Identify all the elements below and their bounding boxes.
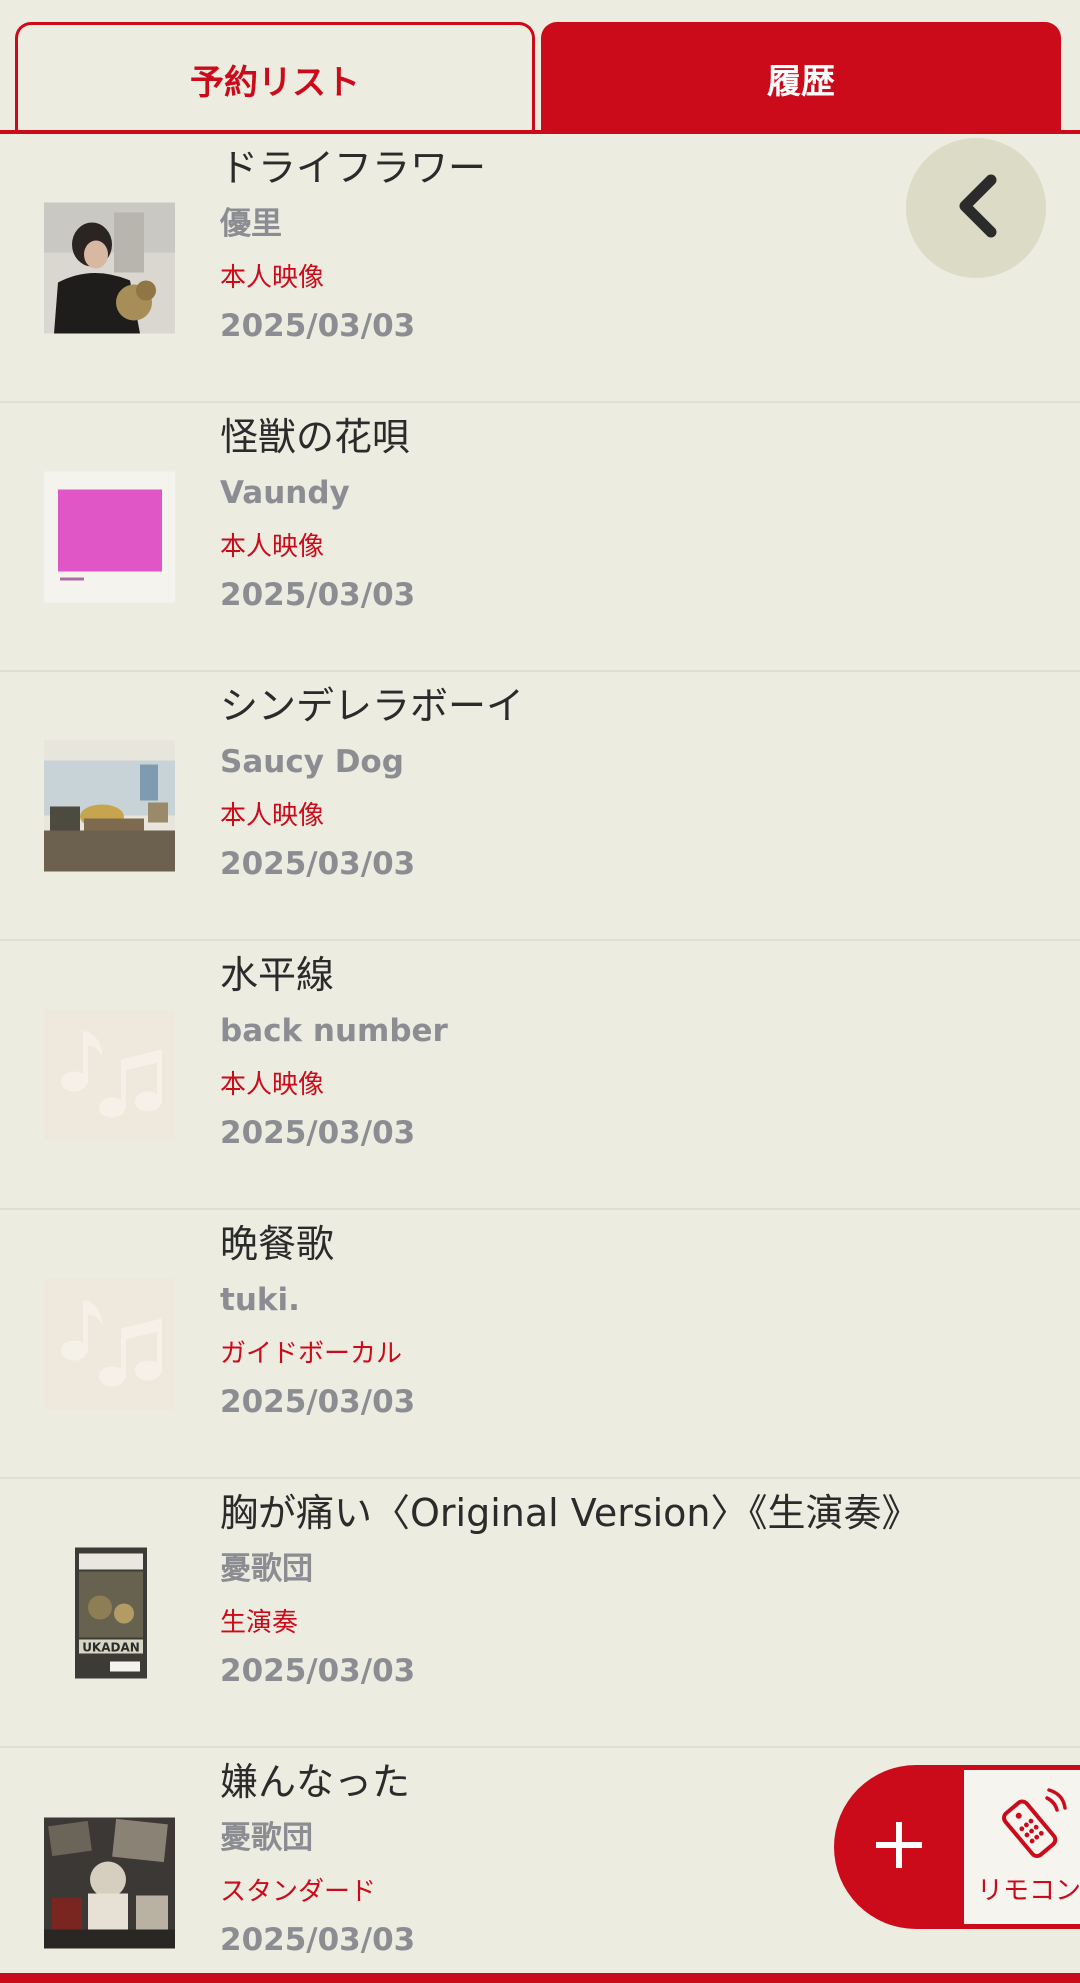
history-row[interactable]: 晩餐歌 tuki. ガイドボーカル 2025/03/03 bbox=[0, 1210, 1080, 1479]
music-note-icon bbox=[44, 1009, 175, 1140]
video-type: 本人映像 bbox=[220, 532, 325, 562]
song-title: シンデレラボーイ bbox=[220, 684, 525, 728]
album-art-thumbnail bbox=[44, 471, 175, 602]
artist-name: back number bbox=[220, 1013, 448, 1049]
played-date: 2025/03/03 bbox=[220, 846, 416, 882]
song-title: 怪獣の花唄 bbox=[220, 415, 411, 459]
played-date: 2025/03/03 bbox=[220, 1653, 416, 1689]
remote-control-label: リモコン bbox=[976, 1875, 1080, 1906]
back-button[interactable] bbox=[906, 138, 1046, 278]
album-art-thumbnail bbox=[44, 202, 175, 333]
song-title: 水平線 bbox=[220, 953, 335, 997]
song-info: シンデレラボーイ Saucy Dog 本人映像 2025/03/03 bbox=[220, 682, 1060, 886]
played-date: 2025/03/03 bbox=[220, 577, 416, 613]
music-note-icon bbox=[44, 1278, 175, 1409]
song-info: 水平線 back number 本人映像 2025/03/03 bbox=[220, 951, 1060, 1155]
video-type: 生演奏 bbox=[220, 1608, 299, 1638]
history-row[interactable]: シンデレラボーイ Saucy Dog 本人映像 2025/03/03 bbox=[0, 672, 1080, 941]
video-type: 本人映像 bbox=[220, 1070, 325, 1100]
remote-control-icon bbox=[991, 1787, 1067, 1862]
svg-text:UKADAN: UKADAN bbox=[82, 1640, 140, 1654]
album-art-thumbnail: UKADAN bbox=[44, 1547, 175, 1678]
tab-history-label: 履歴 bbox=[767, 61, 835, 102]
tab-reserve-list[interactable]: 予約リスト bbox=[15, 22, 535, 134]
artist-name: tuki. bbox=[220, 1282, 300, 1318]
video-type: 本人映像 bbox=[220, 801, 325, 831]
tab-history[interactable]: 履歴 bbox=[541, 22, 1061, 134]
video-type: 本人映像 bbox=[220, 263, 325, 293]
tab-bar: 予約リスト 履歴 bbox=[0, 0, 1080, 134]
song-info: 晩餐歌 tuki. ガイドボーカル 2025/03/03 bbox=[220, 1220, 1060, 1424]
history-row[interactable]: 怪獣の花唄 Vaundy 本人映像 2025/03/03 bbox=[0, 403, 1080, 672]
remote-control-button[interactable]: リモコン bbox=[964, 1770, 1080, 1924]
bottom-accent-bar bbox=[0, 1973, 1080, 1983]
video-type: ガイドボーカル bbox=[220, 1339, 403, 1369]
song-info: 怪獣の花唄 Vaundy 本人映像 2025/03/03 bbox=[220, 413, 1060, 617]
tab-reserve-list-label: 予約リスト bbox=[190, 63, 360, 103]
history-row[interactable]: UKADAN 胸が痛い〈Original Version〉《生演奏》 憂歌団 生… bbox=[0, 1479, 1080, 1748]
played-date: 2025/03/03 bbox=[220, 1384, 416, 1420]
played-date: 2025/03/03 bbox=[220, 308, 416, 344]
history-list: ドライフラワー 優里 本人映像 2025/03/03 怪獣の花唄 Vaundy … bbox=[0, 134, 1080, 1983]
album-art-thumbnail bbox=[44, 740, 175, 871]
floating-action-group: リモコン bbox=[834, 1765, 1080, 1929]
song-title: 晩餐歌 bbox=[220, 1222, 335, 1266]
artist-name: Saucy Dog bbox=[220, 744, 404, 780]
artist-name: Vaundy bbox=[220, 475, 350, 511]
song-info: 胸が痛い〈Original Version〉《生演奏》 憂歌団 生演奏 2025… bbox=[220, 1489, 1060, 1693]
plus-icon bbox=[876, 1822, 922, 1872]
artist-name: 憂歌団 bbox=[220, 1551, 313, 1587]
add-button[interactable] bbox=[834, 1765, 964, 1929]
album-art-thumbnail bbox=[44, 1817, 175, 1948]
chevron-left-icon bbox=[951, 174, 1001, 242]
app: 予約リスト 履歴 ドライフラワー 優里 本人映像 2025/03/03 怪獣の花… bbox=[0, 0, 1080, 1983]
played-date: 2025/03/03 bbox=[220, 1115, 416, 1151]
song-title: 胸が痛い〈Original Version〉《生演奏》 bbox=[220, 1491, 920, 1535]
history-row[interactable]: 水平線 back number 本人映像 2025/03/03 bbox=[0, 941, 1080, 1210]
